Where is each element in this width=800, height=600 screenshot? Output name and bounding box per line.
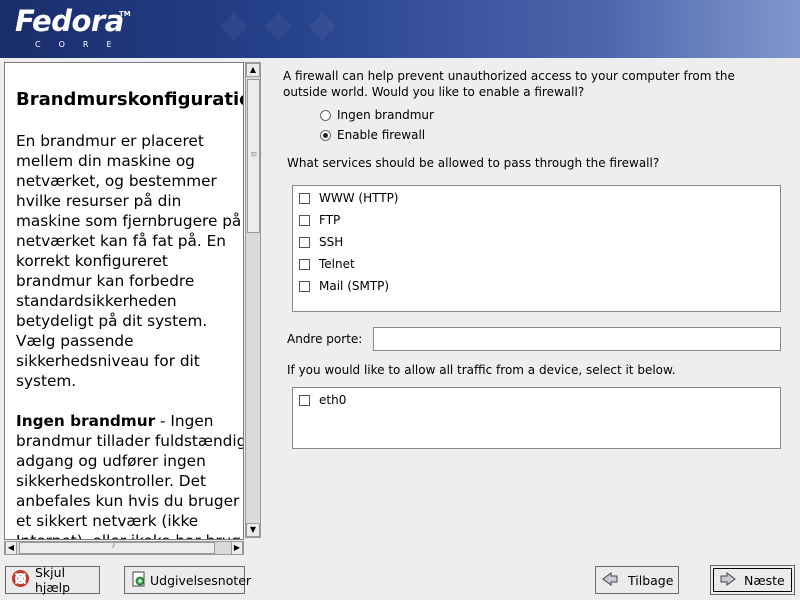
- firewall-intro-text: A firewall can help prevent unauthorized…: [283, 69, 735, 99]
- service-label: WWW (HTTP): [319, 191, 399, 205]
- vertical-scroll-thumb[interactable]: ≡: [247, 79, 260, 233]
- radio-enable-firewall[interactable]: Enable firewall: [320, 128, 425, 142]
- logo-core: CORE: [35, 40, 130, 49]
- scroll-down-icon[interactable]: ▼: [246, 523, 260, 537]
- header-banner: ◆ ◆ ◆ Fedora TM CORE: [0, 0, 800, 58]
- service-label: Mail (SMTP): [319, 279, 390, 293]
- lifebuoy-icon: [12, 570, 29, 590]
- other-ports-input[interactable]: [373, 327, 781, 351]
- services-list: WWW (HTTP) FTP SSH Telnet Mail (SMTP): [292, 185, 781, 312]
- help-paragraph: Vælg passende sikkerhedsniveau for dit s…: [16, 332, 200, 390]
- help-vertical-scrollbar[interactable]: ▲ ≡ ▼: [245, 62, 261, 538]
- logo-word: Fedora: [15, 4, 124, 38]
- release-notes-label: Udgivelsesnoter: [150, 572, 252, 588]
- help-bold-text: - Ingen brandmur tillader fuldstændig ad…: [16, 412, 244, 539]
- help-bold-lead: Ingen brandmur: [16, 412, 156, 430]
- back-label: Tilbage: [628, 572, 674, 588]
- service-www[interactable]: WWW (HTTP): [299, 191, 398, 205]
- services-label: What services should be allowed to pass …: [287, 156, 660, 170]
- next-label: Næste: [744, 572, 785, 588]
- checkbox-icon[interactable]: [299, 258, 310, 270]
- service-ssh[interactable]: SSH: [299, 235, 343, 249]
- back-arrow-icon: [602, 571, 618, 589]
- scroll-left-icon[interactable]: ◀: [5, 541, 17, 555]
- hide-help-label: Skjul hjælp: [35, 565, 71, 595]
- horizontal-scroll-thumb[interactable]: ⫽: [19, 541, 215, 554]
- checkbox-icon[interactable]: [299, 236, 310, 248]
- help-title: Brandmurskonfiguration: [16, 89, 244, 110]
- help-panel: Brandmurskonfiguration En brandmur er pl…: [4, 62, 244, 540]
- help-paragraph: En brandmur er placeret mellem din maski…: [16, 132, 242, 330]
- checkbox-icon[interactable]: [299, 280, 310, 292]
- release-notes-button[interactable]: Udgivelsesnoter: [124, 566, 251, 594]
- radio-no-firewall[interactable]: Ingen brandmur: [320, 108, 434, 122]
- checkbox-icon[interactable]: [299, 192, 310, 204]
- logo-tm: TM: [119, 10, 131, 18]
- device-label: eth0: [319, 393, 347, 407]
- fedora-logo: Fedora TM CORE: [15, 4, 131, 49]
- grip-icon: ⫽: [112, 541, 117, 551]
- scroll-up-icon[interactable]: ▲: [246, 63, 260, 77]
- radio-label: Ingen brandmur: [337, 108, 434, 122]
- checkbox-icon[interactable]: [299, 394, 310, 406]
- help-paragraph-bold: Ingen brandmur - Ingen brandmur tillader…: [16, 411, 244, 539]
- checkbox-icon[interactable]: [299, 214, 310, 226]
- help-horizontal-scrollbar[interactable]: ◀ ⫽ ▶: [4, 541, 244, 555]
- radio-button-icon[interactable]: [320, 109, 331, 121]
- grip-icon: ≡: [250, 150, 258, 160]
- service-label: Telnet: [319, 257, 355, 271]
- back-button[interactable]: Tilbage: [595, 566, 679, 594]
- devices-list: eth0: [292, 387, 781, 449]
- release-notes-icon: [131, 571, 147, 590]
- device-eth0[interactable]: eth0: [299, 393, 346, 407]
- service-ftp[interactable]: FTP: [299, 213, 340, 227]
- next-button[interactable]: Næste: [710, 565, 795, 595]
- service-telnet[interactable]: Telnet: [299, 257, 355, 271]
- scroll-right-icon[interactable]: ▶: [231, 541, 243, 555]
- radio-button-selected-icon[interactable]: [320, 129, 331, 141]
- banner-watermark: ◆ ◆ ◆: [220, 4, 339, 45]
- service-label: SSH: [319, 235, 344, 249]
- service-mail[interactable]: Mail (SMTP): [299, 279, 389, 293]
- hide-help-button[interactable]: Skjul hjælp: [5, 565, 100, 595]
- other-ports-label: Andre porte:: [287, 332, 363, 346]
- forward-arrow-icon: [720, 571, 736, 589]
- radio-label: Enable firewall: [337, 128, 426, 142]
- service-label: FTP: [319, 213, 341, 227]
- devices-label: If you would like to allow all traffic f…: [287, 363, 676, 377]
